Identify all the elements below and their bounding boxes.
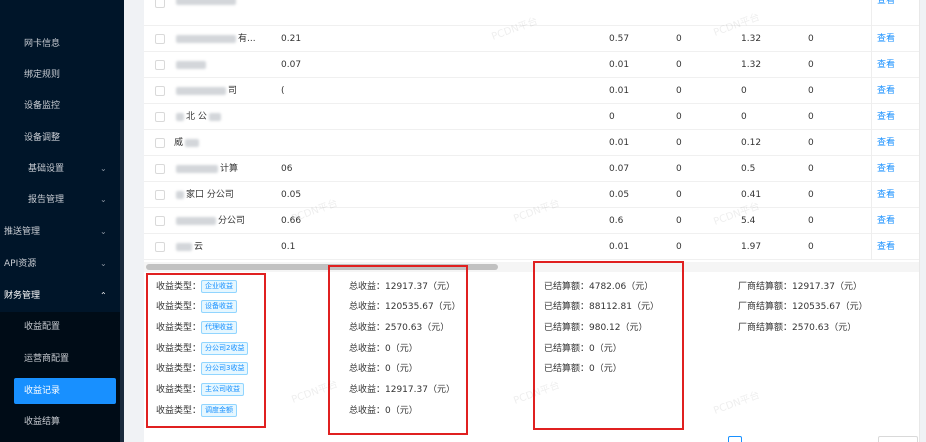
right-border <box>919 0 920 442</box>
row-checkbox[interactable] <box>155 34 165 44</box>
sidebar-item-api-resources[interactable]: API资源 ⌄ <box>0 251 124 277</box>
sidebar-item-report-management[interactable]: 报告管理 ⌄ <box>0 187 124 213</box>
table-row: 北 公 0 0 0 0 查看 <box>144 104 920 130</box>
pagination-size-select[interactable] <box>878 436 918 442</box>
vendor-settled-amount: 厂商结算额：12917.37（元） <box>738 282 862 292</box>
vendor-settled-amount: 厂商结算额：2570.63（元） <box>738 323 857 333</box>
chevron-down-icon: ⌄ <box>100 195 107 204</box>
table-row: 0.07 0.01 0 1.32 0 查看 <box>144 52 920 78</box>
sidebar-item-revenue-settlement[interactable]: 收益结算 <box>0 409 124 435</box>
chevron-down-icon: ⌄ <box>100 164 107 173</box>
sidebar-item-device-adjust[interactable]: 设备调整 <box>0 125 124 151</box>
row-checkbox[interactable] <box>155 0 165 8</box>
table-row: 司 ( 0.01 0 0 0 查看 <box>144 78 920 104</box>
row-checkbox[interactable] <box>155 216 165 226</box>
table-row: 云 0.1 0.01 0 1.97 0 查看 <box>144 234 920 260</box>
row-checkbox[interactable] <box>155 242 165 252</box>
action-column-divider <box>871 0 920 260</box>
vendor-settled-amount: 厂商结算额：120535.67（元） <box>738 302 868 312</box>
highlight-box-totals <box>328 265 468 435</box>
sidebar-item-operator-config[interactable]: 运营商配置 <box>0 346 124 372</box>
sidebar-scrollbar[interactable] <box>120 120 124 442</box>
sidebar-item-finance[interactable]: 财务管理 ⌃ <box>0 283 124 309</box>
row-checkbox[interactable] <box>155 164 165 174</box>
row-checkbox[interactable] <box>155 112 165 122</box>
sidebar: 网卡信息 绑定规则 设备监控 设备调整 基础设置 ⌄ 报告管理 ⌄ 推送管理 ⌄ AP… <box>0 0 124 442</box>
pagination-current[interactable] <box>728 436 742 442</box>
chevron-up-icon: ⌃ <box>100 291 107 300</box>
sidebar-item-basic-settings[interactable]: 基础设置 ⌄ <box>0 156 124 182</box>
highlight-box-settled <box>533 261 684 430</box>
sidebar-item-push-management[interactable]: 推送管理 ⌄ <box>0 219 124 245</box>
row-checkbox[interactable] <box>155 86 165 96</box>
table-row: 计算 06 0.07 0 0.5 0 查看 <box>144 156 920 182</box>
chevron-down-icon: ⌄ <box>100 259 107 268</box>
chevron-down-icon: ⌄ <box>100 227 107 236</box>
table-row: 威 0.01 0 0.12 0 查看 <box>144 130 920 156</box>
sidebar-item-revenue-config[interactable]: 收益配置 <box>0 314 124 340</box>
table-row: 有... 0.21 0.57 0 1.32 0 查看 <box>144 26 920 52</box>
highlight-box-revenue-types <box>146 273 266 428</box>
row-checkbox[interactable] <box>155 190 165 200</box>
row-checkbox[interactable] <box>155 60 165 70</box>
sidebar-item-nic-info[interactable]: 网卡信息 <box>0 31 124 57</box>
sidebar-item-binding-rules[interactable]: 绑定规则 <box>0 62 124 88</box>
sidebar-item-device-monitor[interactable]: 设备监控 <box>0 93 124 119</box>
row-checkbox[interactable] <box>155 138 165 148</box>
sidebar-item-revenue-records[interactable]: 收益记录 <box>14 378 116 404</box>
